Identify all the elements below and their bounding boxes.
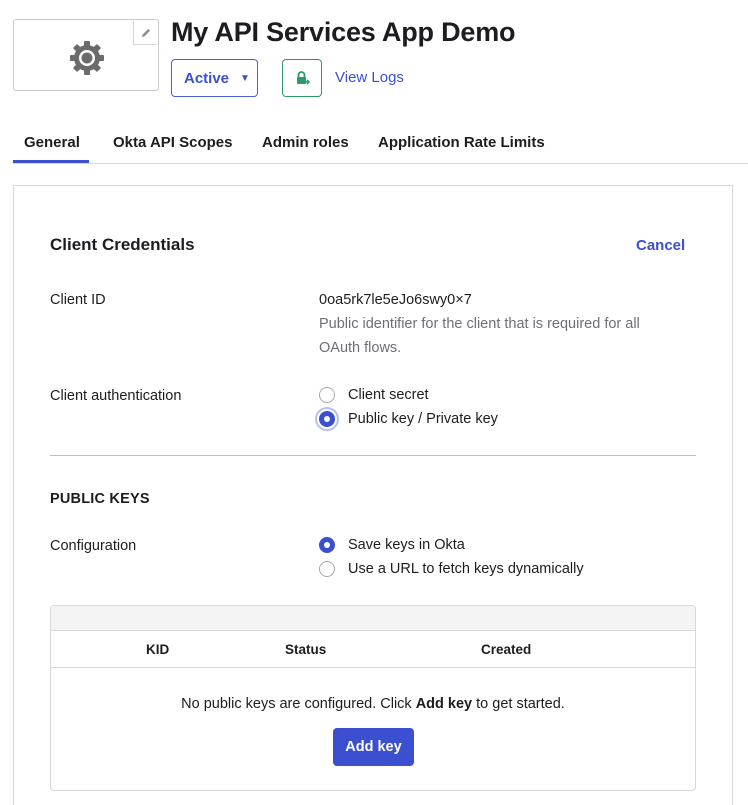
pencil-icon — [141, 28, 150, 37]
radio-public-private-key[interactable]: Public key / Private key — [319, 411, 498, 427]
app-logo — [13, 19, 159, 91]
radio-label: Use a URL to fetch keys dynamically — [348, 561, 584, 577]
empty-state-message: No public keys are configured. Click Add… — [181, 696, 565, 712]
table-header: KID Status Created — [51, 631, 695, 668]
column-header-created: Created — [481, 642, 532, 657]
column-header-kid: KID — [146, 642, 170, 657]
configuration-label: Configuration — [50, 538, 137, 554]
lock-push-icon — [297, 71, 310, 85]
tab-admin-roles[interactable]: Admin roles — [262, 134, 349, 151]
active-tab-indicator — [13, 160, 89, 163]
tab-general[interactable]: General — [24, 134, 80, 151]
divider — [50, 455, 696, 456]
radio-client-secret[interactable]: Client secret — [319, 387, 429, 403]
radio-label: Save keys in Okta — [348, 537, 465, 553]
add-key-text: Add key — [415, 696, 473, 712]
view-logs-link[interactable]: View Logs — [335, 69, 404, 86]
tab-bar: General Okta API Scopes Admin roles Appl… — [13, 118, 748, 164]
radio-label: Client secret — [348, 387, 429, 403]
client-id-label: Client ID — [50, 292, 106, 308]
radio-unchecked[interactable] — [319, 387, 335, 403]
radio-label: Public key / Private key — [348, 411, 498, 427]
edit-logo-button[interactable] — [133, 21, 157, 45]
public-keys-table: KID Status Created No public keys are co… — [50, 605, 696, 791]
add-key-button[interactable]: Add key — [333, 728, 414, 766]
tab-okta-api-scopes[interactable]: Okta API Scopes — [113, 134, 233, 151]
client-id-help: Public identifier for the client that is… — [319, 316, 640, 356]
cancel-button[interactable]: Cancel — [636, 237, 685, 254]
table-toolbar — [51, 606, 695, 631]
column-header-status: Status — [285, 642, 327, 657]
radio-checked[interactable] — [319, 411, 335, 427]
tab-application-rate-limits[interactable]: Application Rate Limits — [378, 134, 545, 151]
radio-use-url[interactable]: Use a URL to fetch keys dynamically — [319, 561, 584, 577]
radio-unchecked[interactable] — [319, 561, 335, 577]
radio-checked[interactable] — [319, 537, 335, 553]
status-dropdown[interactable]: Active ▼ — [171, 59, 258, 97]
client-auth-label: Client authentication — [50, 388, 182, 404]
public-keys-title: PUBLIC KEYS — [50, 491, 150, 507]
section-title: Client Credentials — [50, 235, 195, 254]
chevron-down-icon: ▼ — [240, 72, 250, 84]
radio-save-keys-in-okta[interactable]: Save keys in Okta — [319, 537, 465, 553]
push-button[interactable] — [282, 59, 322, 97]
client-credentials-panel: Client Credentials Cancel Client ID 0oa5… — [13, 185, 733, 805]
client-id-value: 0oa5rk7le5eJo6swy0×7 — [319, 292, 472, 308]
gear-icon — [70, 41, 104, 75]
page-title: My API Services App Demo — [171, 17, 516, 47]
status-label: Active — [184, 69, 230, 87]
